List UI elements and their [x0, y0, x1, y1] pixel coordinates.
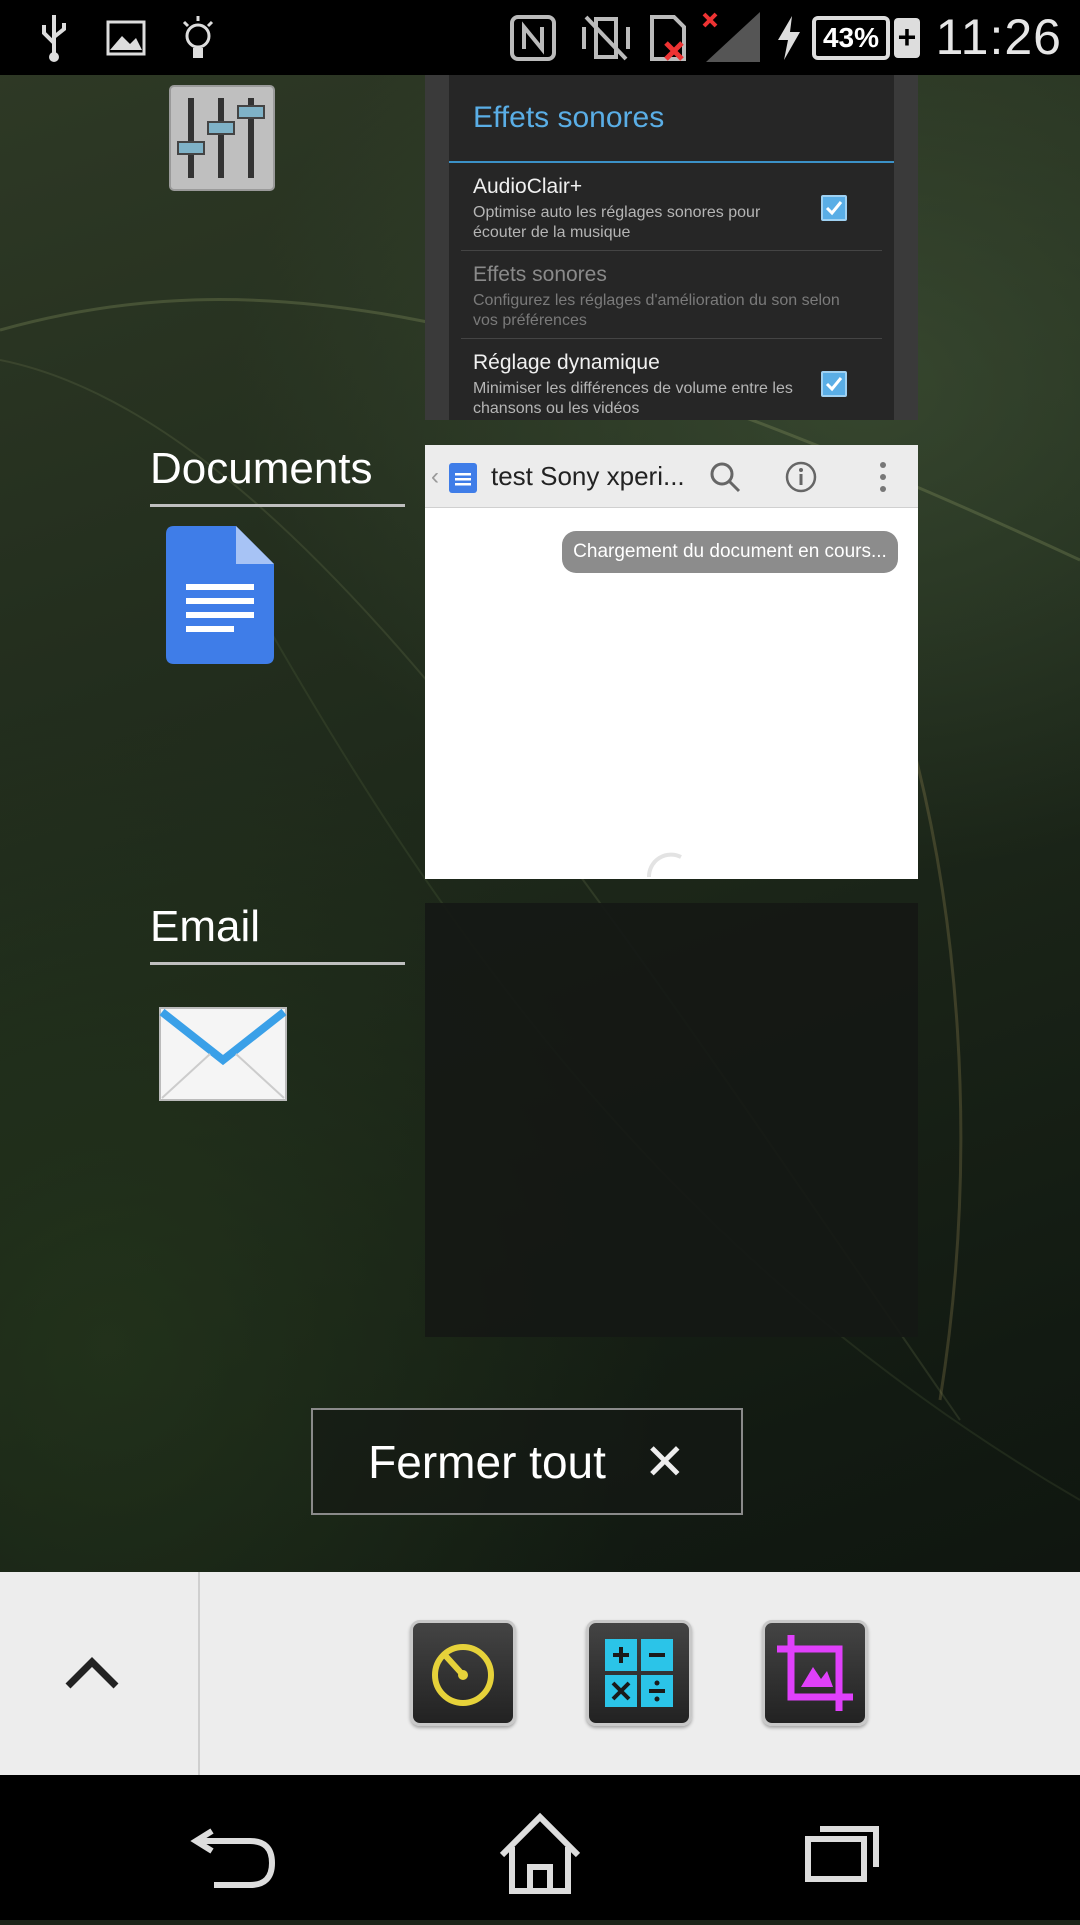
- google-docs-icon[interactable]: [166, 526, 274, 669]
- navigation-bar: [0, 1775, 1080, 1920]
- status-bar: 43% + 11:26: [0, 0, 1080, 75]
- pref-title: AudioClair+: [473, 175, 583, 198]
- battery-level: 43%: [812, 16, 890, 60]
- crop-image-icon: [777, 1635, 853, 1711]
- close-all-label: Fermer tout: [368, 1435, 606, 1488]
- recent-card-sound-effects[interactable]: Effets sonores AudioClair+ Optimise auto…: [425, 75, 918, 420]
- back-chevron-icon[interactable]: ‹: [431, 463, 439, 491]
- battery-charge-icon: +: [894, 18, 920, 58]
- nfc-icon: [508, 10, 558, 66]
- divider: [461, 338, 882, 339]
- lightbulb-icon: [178, 10, 218, 66]
- document-title: test Sony xperi...: [491, 461, 685, 491]
- calculator-icon: [605, 1639, 673, 1707]
- small-apps-bar: [0, 1572, 1080, 1775]
- pref-title: Réglage dynamique: [473, 351, 660, 374]
- image-icon: [104, 10, 148, 66]
- sound-effects-dialog: Effets sonores AudioClair+ Optimise auto…: [449, 75, 894, 420]
- app-label-email: Email: [150, 902, 405, 965]
- checkbox-audioclair[interactable]: [821, 195, 847, 221]
- pref-summary: Optimise auto les réglages sonores pour …: [473, 204, 761, 241]
- chevron-up-icon: [65, 1657, 119, 1689]
- pref-reglage-dynamique[interactable]: Réglage dynamique Minimiser les différen…: [473, 351, 873, 419]
- checkbox-reglage-dynamique[interactable]: [821, 371, 847, 397]
- recent-card-email[interactable]: [425, 903, 918, 1337]
- vibrate-off-icon: [578, 10, 634, 66]
- home-icon: [499, 1812, 581, 1894]
- pref-summary: Configurez les réglages d'amélioration d…: [473, 292, 840, 329]
- equalizer-icon[interactable]: [168, 84, 276, 197]
- home-button[interactable]: [440, 1775, 640, 1920]
- recent-card-documents[interactable]: ‹ test Sony xperi... Chargement du docum…: [425, 445, 918, 879]
- pref-effets-sonores[interactable]: Effets sonores Configurez les réglages d…: [473, 263, 873, 331]
- divider: [449, 161, 894, 163]
- clock: 11:26: [935, 9, 1062, 65]
- back-icon: [190, 1828, 276, 1888]
- usb-icon: [34, 10, 74, 66]
- dialog-title: Effets sonores: [473, 101, 665, 134]
- close-icon: ✕: [643, 1433, 686, 1490]
- calculator-app-button[interactable]: [586, 1620, 692, 1726]
- search-icon[interactable]: [709, 461, 741, 493]
- charging-icon: [772, 10, 804, 66]
- loading-spinner-icon: [646, 852, 682, 878]
- pref-title: Effets sonores: [473, 263, 607, 286]
- pref-summary: Minimiser les différences de volume entr…: [473, 380, 793, 417]
- docs-action-bar: ‹ test Sony xperi...: [425, 445, 918, 508]
- timer-icon: [432, 1644, 494, 1706]
- pref-audioclair[interactable]: AudioClair+ Optimise auto les réglages s…: [473, 175, 873, 243]
- signal-icon: [700, 10, 766, 66]
- envelope-icon[interactable]: [158, 1006, 288, 1107]
- info-icon[interactable]: [785, 461, 817, 493]
- timer-app-button[interactable]: [410, 1620, 516, 1726]
- loading-toast: Chargement du document en cours...: [562, 531, 898, 573]
- recent-apps-icon: [805, 1826, 879, 1882]
- recent-apps-button[interactable]: [740, 1775, 940, 1920]
- divider: [461, 250, 882, 251]
- close-all-button[interactable]: Fermer tout ✕: [311, 1408, 743, 1515]
- app-label-documents: Documents: [150, 444, 405, 507]
- back-button[interactable]: [140, 1775, 340, 1920]
- screen-clip-app-button[interactable]: [762, 1620, 868, 1726]
- no-sim-icon: [648, 10, 688, 66]
- expand-small-apps-button[interactable]: [0, 1572, 200, 1775]
- overflow-menu-icon[interactable]: [877, 461, 889, 493]
- docs-file-icon: [449, 463, 477, 493]
